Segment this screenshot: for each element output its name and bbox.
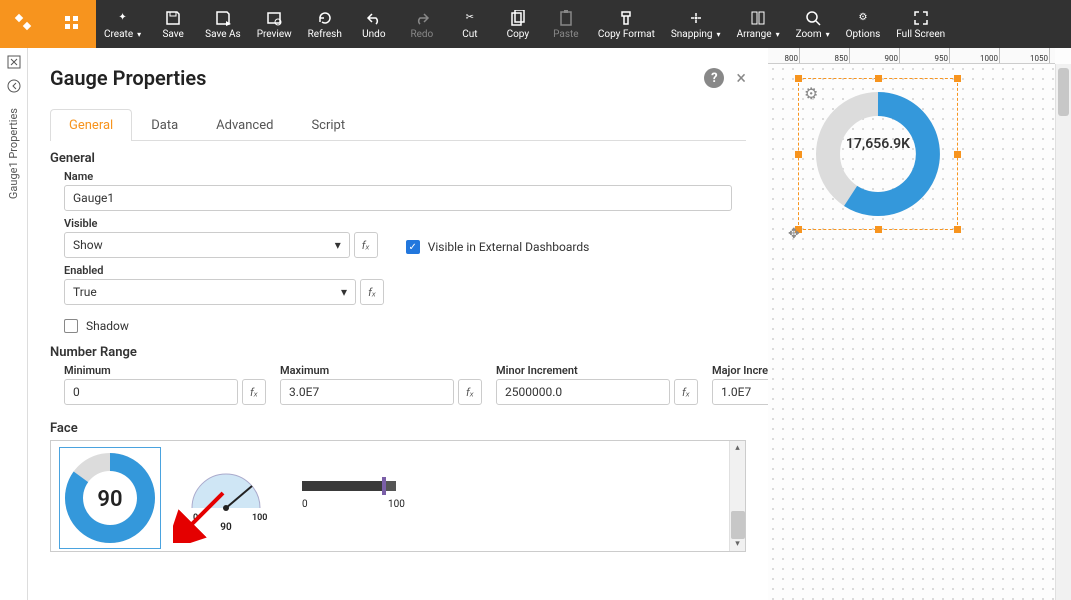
gauge-widget[interactable]: 17,656.9K — [798, 78, 958, 230]
copy-button[interactable]: Copy — [494, 0, 542, 48]
min-fx-button[interactable]: fₓ — [242, 379, 266, 405]
full-screen-button[interactable]: Full Screen — [888, 0, 953, 48]
svg-text:90: 90 — [97, 487, 122, 512]
max-fx-button[interactable]: fₓ — [458, 379, 482, 405]
move-icon[interactable]: ✥ — [788, 226, 800, 242]
cut-button[interactable]: ✂Cut — [446, 0, 494, 48]
min-label: Minimum — [64, 364, 266, 377]
face-donut-option[interactable]: 90 — [59, 447, 161, 549]
horizontal-ruler: 800 850 900 950 1000 1050 — [768, 48, 1055, 64]
major-input[interactable] — [712, 379, 768, 405]
properties-panel: Gauge Properties ? × General Data Advanc… — [28, 48, 768, 600]
visible-fx-button[interactable]: fₓ — [354, 232, 378, 258]
major-label: Major Increment — [712, 364, 768, 377]
ext-dash-label: Visible in External Dashboards — [428, 240, 590, 254]
help-icon[interactable]: ? — [704, 68, 724, 88]
vertical-tab-label[interactable]: Gauge1 Properties — [7, 108, 20, 199]
face-scrollbar[interactable]: ▴▾ — [729, 441, 745, 551]
name-input[interactable] — [64, 185, 732, 211]
svg-text:100: 100 — [388, 499, 405, 510]
shadow-checkbox[interactable] — [64, 319, 78, 333]
visible-label: Visible — [64, 217, 378, 230]
close-icon[interactable]: × — [736, 68, 746, 89]
max-input[interactable] — [280, 379, 454, 405]
svg-text:0: 0 — [193, 513, 198, 523]
gear-icon[interactable]: ⚙ — [804, 84, 818, 103]
ext-dash-checkbox[interactable]: ✓ — [406, 240, 420, 254]
close-panel-icon[interactable] — [4, 52, 24, 72]
canvas-scrollbar[interactable] — [1055, 64, 1071, 600]
face-bar-option[interactable]: 0 100 — [291, 468, 411, 528]
options-button[interactable]: ⚙Options — [838, 0, 889, 48]
enabled-select[interactable]: True▾ — [64, 279, 356, 305]
preview-button[interactable]: Preview — [249, 0, 300, 48]
section-face: Face — [50, 421, 746, 436]
svg-text:0: 0 — [302, 499, 308, 510]
tab-data[interactable]: Data — [132, 109, 197, 141]
section-general: General — [50, 151, 746, 166]
refresh-button[interactable]: Refresh — [300, 0, 350, 48]
face-gallery: 90 0 100 90 0 — [50, 440, 746, 552]
redo-button[interactable]: Redo — [398, 0, 446, 48]
tab-script[interactable]: Script — [292, 109, 364, 141]
face-dial-option[interactable]: 0 100 90 — [175, 453, 277, 543]
undo-button[interactable]: Undo — [350, 0, 398, 48]
shadow-label: Shadow — [86, 319, 129, 333]
save-button[interactable]: Save — [149, 0, 197, 48]
left-rail: Gauge1 Properties — [0, 48, 28, 600]
svg-text:100: 100 — [252, 513, 267, 523]
zoom-button[interactable]: Zoom▾ — [788, 0, 838, 48]
max-label: Maximum — [280, 364, 482, 377]
svg-text:90: 90 — [220, 522, 232, 533]
main-toolbar: ✦Create▾ Save Save As Preview Refresh Un… — [0, 0, 1071, 48]
design-canvas[interactable]: 800 850 900 950 1000 1050 17,656.9K ⚙ ✥ — [768, 48, 1071, 600]
app-logo[interactable] — [0, 0, 48, 48]
tab-general[interactable]: General — [50, 109, 132, 141]
minor-input[interactable] — [496, 379, 670, 405]
snapping-button[interactable]: Snapping▾ — [663, 0, 729, 48]
gauge-value: 17,656.9K — [798, 136, 958, 152]
create-button[interactable]: ✦Create▾ — [96, 0, 149, 48]
name-label: Name — [64, 170, 746, 183]
save-as-button[interactable]: Save As — [197, 0, 249, 48]
enabled-label: Enabled — [64, 264, 384, 277]
enabled-fx-button[interactable]: fₓ — [360, 279, 384, 305]
widgets-button[interactable] — [48, 0, 96, 48]
arrange-button[interactable]: Arrange▾ — [729, 0, 788, 48]
tab-advanced[interactable]: Advanced — [197, 109, 292, 141]
panel-title: Gauge Properties — [50, 66, 206, 90]
section-number-range: Number Range — [50, 345, 746, 360]
visible-select[interactable]: Show▾ — [64, 232, 350, 258]
tab-bar: General Data Advanced Script — [50, 108, 746, 141]
min-input[interactable] — [64, 379, 238, 405]
minor-fx-button[interactable]: fₓ — [674, 379, 698, 405]
paste-button[interactable]: Paste — [542, 0, 590, 48]
minor-label: Minor Increment — [496, 364, 698, 377]
collapse-panel-icon[interactable] — [4, 76, 24, 96]
copy-format-button[interactable]: Copy Format — [590, 0, 663, 48]
